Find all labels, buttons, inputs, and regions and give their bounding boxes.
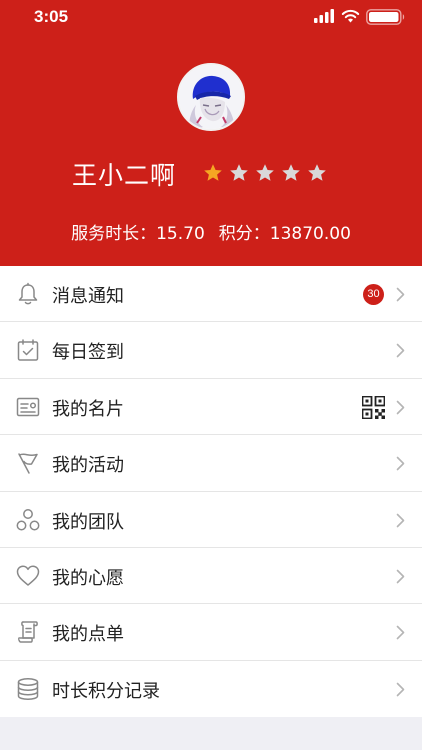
star-filled-icon	[204, 164, 222, 181]
menu-item-label: 每日签到	[52, 342, 124, 364]
scroll-icon	[18, 621, 38, 644]
rating-stars	[203, 163, 329, 183]
points-value: 13870.00	[269, 224, 351, 244]
menu-list: 消息通知 30 每日签到 我的名片 我的活动 我的团队 我的心愿 我的点单 时长…	[0, 266, 422, 718]
qr-code-icon[interactable]	[362, 395, 385, 419]
chevron-right-icon	[396, 400, 405, 415]
star-empty-icon	[308, 164, 326, 181]
status-time: 3:05	[34, 7, 69, 26]
service-time-value: 15.70	[156, 224, 205, 244]
chevron-right-icon	[396, 569, 405, 584]
menu-item-label: 我的活动	[52, 455, 124, 477]
menu-item-label: 我的团队	[52, 511, 124, 533]
chevron-right-icon	[396, 626, 405, 640]
star-empty-icon	[282, 164, 300, 181]
chevron-right-icon	[396, 287, 405, 302]
team-icon	[16, 508, 40, 531]
chevron-right-icon	[396, 456, 405, 471]
menu-item-daily-checkin[interactable]: 每日签到	[0, 322, 422, 379]
chevron-right-icon	[396, 344, 405, 358]
notification-count-badge: 30	[363, 284, 384, 305]
profile-header: 3:05 王小二啊 服务时长：15.70 积分：13870.00	[0, 0, 422, 266]
menu-item-label: 消息通知	[52, 286, 124, 307]
database-icon	[17, 677, 39, 700]
flag-icon	[18, 453, 38, 474]
battery-icon	[366, 9, 405, 25]
heart-icon	[16, 565, 40, 586]
menu-item-label: 时长积分记录	[52, 680, 160, 702]
star-empty-icon	[256, 164, 274, 181]
menu-item-wishes[interactable]: 我的心愿	[0, 548, 422, 605]
page-background	[0, 717, 422, 750]
username: 王小二啊	[72, 161, 177, 190]
wifi-icon	[341, 9, 360, 23]
avatar[interactable]	[177, 63, 245, 131]
stats-line: 服务时长：15.70 积分：13870.00	[0, 219, 422, 244]
status-bar: 3:05	[0, 0, 422, 34]
status-icons	[314, 9, 406, 25]
menu-item-label: 我的心愿	[52, 567, 124, 589]
menu-item-points-history[interactable]: 时长积分记录	[0, 661, 422, 717]
chevron-right-icon	[396, 513, 405, 527]
signal-icon	[314, 9, 334, 23]
star-empty-icon	[230, 164, 248, 181]
calendar-check-icon	[17, 339, 39, 362]
id-card-icon	[16, 397, 40, 417]
menu-item-business-card[interactable]: 我的名片	[0, 379, 422, 436]
bell-icon	[18, 282, 38, 305]
points-label: 积分：	[218, 224, 270, 244]
menu-item-label: 我的名片	[52, 398, 124, 420]
avatar-image	[179, 65, 243, 129]
menu-item-team[interactable]: 我的团队	[0, 492, 422, 548]
menu-item-notifications[interactable]: 消息通知 30	[0, 266, 422, 323]
menu-item-orders[interactable]: 我的点单	[0, 604, 422, 661]
menu-item-activities[interactable]: 我的活动	[0, 435, 422, 492]
service-time-label: 服务时长：	[71, 224, 157, 244]
menu-item-label: 我的点单	[52, 624, 124, 646]
chevron-right-icon	[396, 682, 405, 697]
